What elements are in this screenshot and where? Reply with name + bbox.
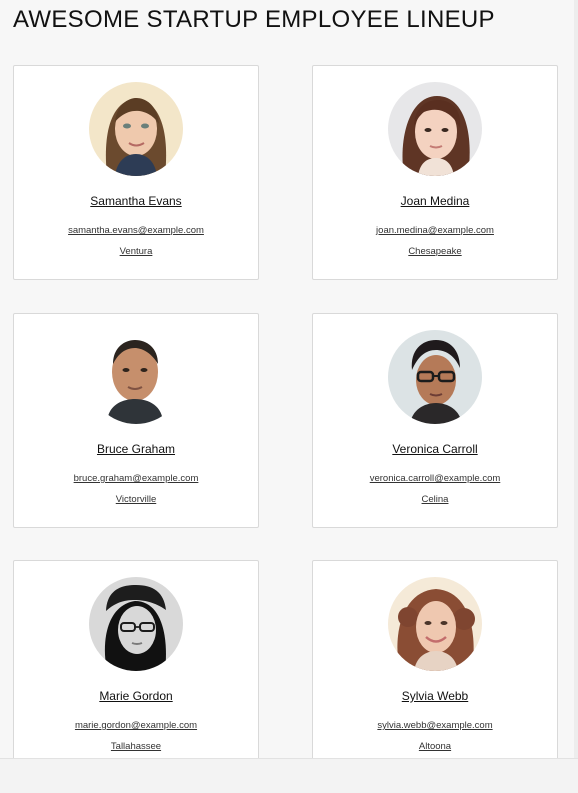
- employee-email[interactable]: sylvia.webb@example.com: [313, 720, 557, 731]
- horizontal-scrollbar[interactable]: [0, 758, 578, 793]
- employee-email[interactable]: marie.gordon@example.com: [14, 720, 258, 731]
- employee-name[interactable]: Bruce Graham: [14, 442, 258, 456]
- employee-city[interactable]: Victorville: [14, 494, 258, 505]
- employee-email[interactable]: bruce.graham@example.com: [14, 473, 258, 484]
- avatar: [388, 330, 482, 424]
- avatar: [89, 82, 183, 176]
- employee-name[interactable]: Samantha Evans: [14, 194, 258, 208]
- employee-city[interactable]: Ventura: [14, 246, 258, 257]
- employee-name[interactable]: Sylvia Webb: [313, 689, 557, 703]
- employee-card: Joan Medina joan.medina@example.com Ches…: [312, 65, 558, 280]
- employee-name[interactable]: Marie Gordon: [14, 689, 258, 703]
- employee-card: Marie Gordon marie.gordon@example.com Ta…: [13, 560, 259, 775]
- employee-email[interactable]: veronica.carroll@example.com: [313, 473, 557, 484]
- employee-city[interactable]: Tallahassee: [14, 741, 258, 752]
- employee-card: Veronica Carroll veronica.carroll@exampl…: [312, 313, 558, 528]
- employee-city[interactable]: Celina: [313, 494, 557, 505]
- avatar: [388, 82, 482, 176]
- employee-name[interactable]: Veronica Carroll: [313, 442, 557, 456]
- page-title: AWESOME STARTUP EMPLOYEE LINEUP: [13, 6, 495, 33]
- employee-city[interactable]: Altoona: [313, 741, 557, 752]
- employee-email[interactable]: joan.medina@example.com: [313, 225, 557, 236]
- employee-name[interactable]: Joan Medina: [313, 194, 557, 208]
- avatar: [89, 577, 183, 671]
- avatar: [89, 330, 183, 424]
- employee-card: Sylvia Webb sylvia.webb@example.com Alto…: [312, 560, 558, 775]
- employee-city[interactable]: Chesapeake: [313, 246, 557, 257]
- employee-card: Samantha Evans samantha.evans@example.co…: [13, 65, 259, 280]
- employee-card: Bruce Graham bruce.graham@example.com Vi…: [13, 313, 259, 528]
- avatar: [388, 577, 482, 671]
- page: AWESOME STARTUP EMPLOYEE LINEUP Samantha…: [0, 0, 578, 793]
- vertical-scrollbar[interactable]: [574, 0, 578, 760]
- employee-email[interactable]: samantha.evans@example.com: [14, 225, 258, 236]
